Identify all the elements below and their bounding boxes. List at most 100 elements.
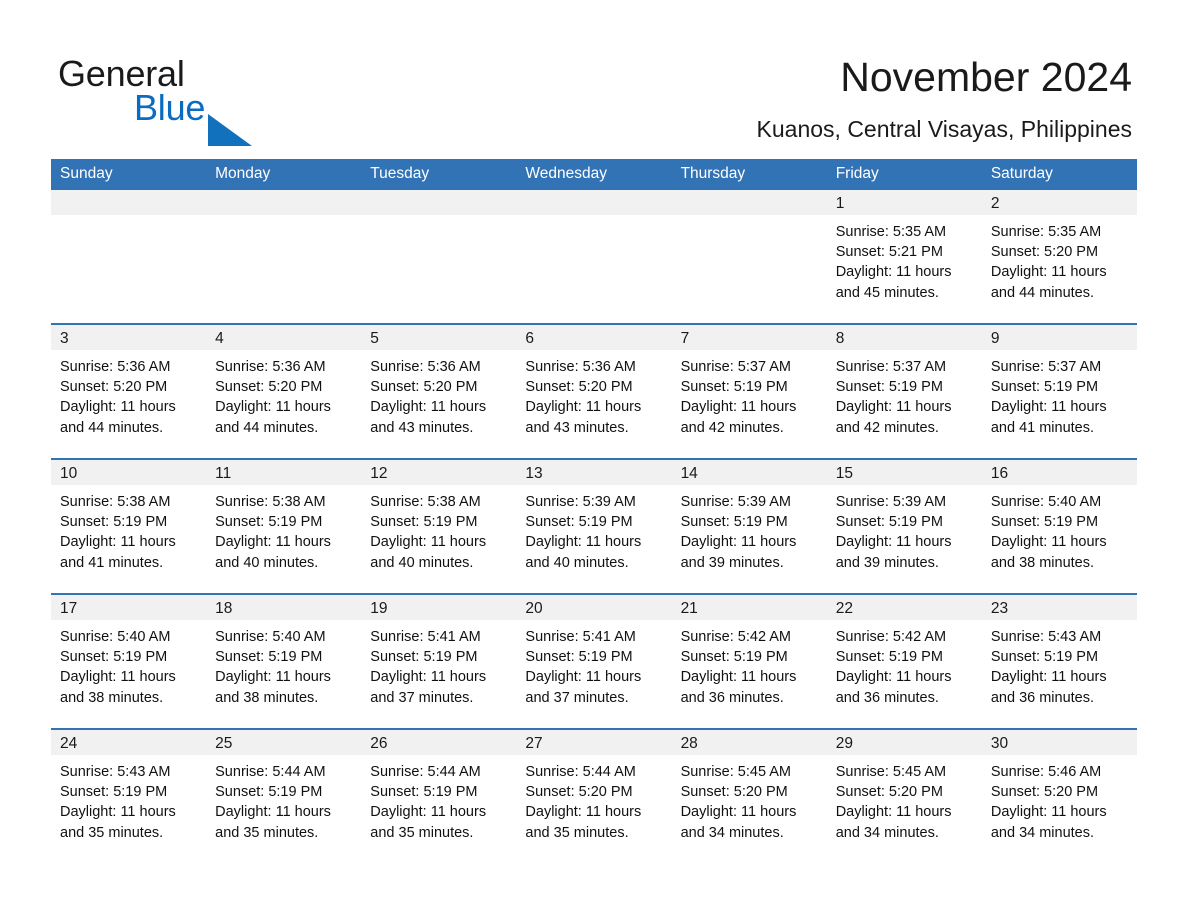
calendar-table: Sunday Monday Tuesday Wednesday Thursday… bbox=[51, 159, 1137, 863]
day-cell-inner[interactable]: 19 Sunrise: 5:41 AM Sunset: 5:19 PM Dayligh… bbox=[361, 595, 517, 728]
day-cell-inner[interactable]: 22 Sunrise: 5:42 AM Sunset: 5:19 PM Dayligh… bbox=[826, 595, 982, 728]
day-cell-inner[interactable]: 7 Sunrise: 5:37 AM Sunset: 5:19 PM Daylight… bbox=[671, 325, 827, 458]
day-number: 9 bbox=[981, 325, 1137, 350]
calendar-day-cell: 2 Sunrise: 5:35 AM Sunset: 5:20 PM Daylight… bbox=[981, 190, 1137, 324]
day-number: 1 bbox=[826, 190, 982, 215]
day-cell-details: Sunrise: 5:42 AM Sunset: 5:19 PM Daylight:… bbox=[672, 620, 827, 708]
calendar-day-cell: 4 Sunrise: 5:36 AM Sunset: 5:20 PM Daylight… bbox=[206, 323, 362, 459]
daylight-text: Daylight: 11 hours and 38 minutes. bbox=[215, 669, 331, 706]
daylight-text: Daylight: 11 hours and 39 minutes. bbox=[835, 534, 952, 571]
day-cell-details: Sunrise: 5:43 AM Sunset: 5:19 PM Daylight:… bbox=[982, 620, 1137, 708]
day-cell-details: Sunrise: 5:43 AM Sunset: 5:19 PM Daylight:… bbox=[51, 755, 206, 843]
sunrise-text: Sunrise: 5:40 AM bbox=[60, 629, 171, 645]
day-cell-inner[interactable]: 20 Sunrise: 5:41 AM Sunset: 5:19 PM Dayligh… bbox=[516, 595, 672, 728]
day-cell-inner[interactable]: 4 Sunrise: 5:36 AM Sunset: 5:20 PM Daylight… bbox=[206, 325, 362, 458]
sunrise-text: Sunrise: 5:39 AM bbox=[525, 494, 636, 510]
sunset-text: Sunset: 5:19 PM bbox=[60, 649, 168, 666]
daylight-text: Daylight: 11 hours and 43 minutes. bbox=[525, 399, 642, 436]
calendar-cell-empty bbox=[671, 190, 827, 324]
day-number bbox=[671, 190, 827, 215]
day-cell-inner[interactable]: 21 Sunrise: 5:42 AM Sunset: 5:19 PM Dayligh… bbox=[671, 595, 827, 728]
day-cell-inner[interactable]: 11 Sunrise: 5:38 AM Sunset: 5:19 PM Dayligh… bbox=[206, 460, 362, 593]
day-number: 14 bbox=[671, 460, 827, 485]
daylight-text: Daylight: 11 hours and 44 minutes. bbox=[60, 399, 176, 436]
day-number: 13 bbox=[516, 460, 672, 485]
calendar-day-cell: 18 Sunrise: 5:40 AM Sunset: 5:19 PM Dayligh… bbox=[206, 593, 362, 729]
sunset-text: Sunset: 5:21 PM bbox=[835, 244, 943, 261]
day-number: 12 bbox=[361, 460, 517, 485]
day-cell-inner[interactable]: 23 Sunrise: 5:43 AM Sunset: 5:19 PM Dayligh… bbox=[981, 595, 1137, 728]
day-number: 22 bbox=[826, 595, 982, 620]
day-cell-details: Sunrise: 5:38 AM Sunset: 5:19 PM Daylight:… bbox=[361, 485, 516, 573]
day-number bbox=[206, 190, 362, 215]
day-cell-details: Sunrise: 5:39 AM Sunset: 5:19 PM Daylight:… bbox=[516, 485, 671, 573]
day-cell-details: Sunrise: 5:37 AM Sunset: 5:19 PM Daylight:… bbox=[672, 350, 827, 438]
daylight-text: Daylight: 11 hours and 41 minutes. bbox=[990, 399, 1107, 436]
sunrise-text: Sunrise: 5:44 AM bbox=[525, 764, 636, 780]
sunrise-text: Sunrise: 5:43 AM bbox=[990, 629, 1102, 645]
daylight-text: Daylight: 11 hours and 35 minutes. bbox=[370, 804, 487, 841]
day-cell-details: Sunrise: 5:38 AM Sunset: 5:19 PM Daylight:… bbox=[206, 485, 361, 573]
sunset-text: Sunset: 5:19 PM bbox=[215, 649, 323, 666]
day-number: 11 bbox=[206, 460, 362, 485]
sunset-text: Sunset: 5:19 PM bbox=[60, 784, 168, 801]
day-cell-inner[interactable]: 5 Sunrise: 5:36 AM Sunset: 5:20 PM Daylight… bbox=[361, 325, 517, 458]
sunset-text: Sunset: 5:19 PM bbox=[680, 649, 788, 666]
day-cell-details: Sunrise: 5:36 AM Sunset: 5:20 PM Daylight:… bbox=[206, 350, 361, 438]
calendar-day-cell: 11 Sunrise: 5:38 AM Sunset: 5:19 PM Dayligh… bbox=[206, 458, 362, 594]
day-cell-inner[interactable]: 3 Sunrise: 5:36 AM Sunset: 5:20 PM Daylight… bbox=[51, 325, 207, 458]
sunrise-text: Sunrise: 5:43 AM bbox=[60, 764, 171, 780]
sunset-text: Sunset: 5:19 PM bbox=[990, 649, 1099, 666]
calendar-day-cell: 8 Sunrise: 5:37 AM Sunset: 5:19 PM Daylight… bbox=[826, 323, 982, 459]
day-cell-details: Sunrise: 5:45 AM Sunset: 5:20 PM Daylight:… bbox=[827, 755, 982, 843]
day-cell-inner[interactable]: 8 Sunrise: 5:37 AM Sunset: 5:19 PM Daylight… bbox=[826, 325, 982, 458]
sunset-text: Sunset: 5:20 PM bbox=[835, 784, 943, 801]
day-cell-details: Sunrise: 5:39 AM Sunset: 5:19 PM Daylight:… bbox=[672, 485, 827, 573]
calendar-day-cell: 20 Sunrise: 5:41 AM Sunset: 5:19 PM Dayligh… bbox=[516, 593, 672, 729]
day-number: 8 bbox=[826, 325, 982, 350]
generalblue-logo[interactable]: General Blue bbox=[58, 52, 398, 146]
day-cell-inner[interactable]: 27 Sunrise: 5:44 AM Sunset: 5:20 PM Dayligh… bbox=[516, 730, 672, 863]
day-cell-inner[interactable]: 12 Sunrise: 5:38 AM Sunset: 5:19 PM Dayligh… bbox=[361, 460, 517, 593]
day-cell-inner[interactable]: 24 Sunrise: 5:43 AM Sunset: 5:19 PM Dayligh… bbox=[51, 730, 207, 863]
day-cell-inner[interactable]: 18 Sunrise: 5:40 AM Sunset: 5:19 PM Dayligh… bbox=[206, 595, 362, 728]
sunrise-text: Sunrise: 5:45 AM bbox=[680, 764, 791, 780]
day-cell-inner[interactable]: 6 Sunrise: 5:36 AM Sunset: 5:20 PM Daylight… bbox=[516, 325, 672, 458]
sunrise-text: Sunrise: 5:37 AM bbox=[680, 359, 791, 375]
sunset-text: Sunset: 5:19 PM bbox=[680, 379, 788, 396]
day-cell-inner[interactable]: 29 Sunrise: 5:45 AM Sunset: 5:20 PM Dayligh… bbox=[826, 730, 982, 863]
day-cell-inner[interactable]: 1 Sunrise: 5:35 AM Sunset: 5:21 PM Daylight… bbox=[826, 190, 982, 323]
calendar-day-cell: 9 Sunrise: 5:37 AM Sunset: 5:19 PM Daylight… bbox=[981, 323, 1137, 459]
calendar-day-cell: 14 Sunrise: 5:39 AM Sunset: 5:19 PM Dayligh… bbox=[671, 458, 827, 594]
day-cell-details: Sunrise: 5:40 AM Sunset: 5:19 PM Daylight:… bbox=[982, 485, 1137, 573]
daylight-text: Daylight: 11 hours and 43 minutes. bbox=[370, 399, 487, 436]
sunrise-text: Sunrise: 5:41 AM bbox=[370, 629, 481, 645]
day-cell-inner[interactable]: 10 Sunrise: 5:38 AM Sunset: 5:19 PM Dayligh… bbox=[51, 460, 207, 593]
day-cell-inner[interactable]: 17 Sunrise: 5:40 AM Sunset: 5:19 PM Dayligh… bbox=[51, 595, 207, 728]
day-cell-inner[interactable]: 13 Sunrise: 5:39 AM Sunset: 5:19 PM Dayligh… bbox=[516, 460, 672, 593]
day-cell-inner[interactable]: 14 Sunrise: 5:39 AM Sunset: 5:19 PM Dayligh… bbox=[671, 460, 827, 593]
calendar-day-cell: 23 Sunrise: 5:43 AM Sunset: 5:19 PM Dayligh… bbox=[981, 593, 1137, 729]
daylight-text: Daylight: 11 hours and 45 minutes. bbox=[835, 264, 952, 301]
day-cell-inner[interactable]: 2 Sunrise: 5:35 AM Sunset: 5:20 PM Daylight… bbox=[981, 190, 1137, 323]
page-subtitle-location: Kuanos, Central Visayas, Philippines bbox=[756, 116, 1132, 142]
weekday-header-sunday: Sunday bbox=[51, 159, 207, 190]
day-cell-inner[interactable]: 16 Sunrise: 5:40 AM Sunset: 5:19 PM Dayligh… bbox=[981, 460, 1137, 593]
sunset-text: Sunset: 5:20 PM bbox=[215, 379, 323, 396]
day-cell-details: Sunrise: 5:41 AM Sunset: 5:19 PM Daylight:… bbox=[516, 620, 671, 708]
calendar-day-cell: 17 Sunrise: 5:40 AM Sunset: 5:19 PM Dayligh… bbox=[51, 593, 207, 729]
day-number: 28 bbox=[671, 730, 827, 755]
day-cell-inner[interactable]: 9 Sunrise: 5:37 AM Sunset: 5:19 PM Daylight… bbox=[981, 325, 1137, 458]
day-cell-inner[interactable]: 15 Sunrise: 5:39 AM Sunset: 5:19 PM Dayligh… bbox=[826, 460, 982, 593]
day-cell-details: Sunrise: 5:39 AM Sunset: 5:19 PM Daylight:… bbox=[827, 485, 982, 573]
sunrise-text: Sunrise: 5:38 AM bbox=[370, 494, 481, 510]
calendar-week-row: 17 Sunrise: 5:40 AM Sunset: 5:19 PM Dayligh… bbox=[51, 593, 1137, 729]
day-cell-inner[interactable]: 26 Sunrise: 5:44 AM Sunset: 5:19 PM Dayligh… bbox=[361, 730, 517, 863]
day-cell-inner[interactable]: 28 Sunrise: 5:45 AM Sunset: 5:20 PM Dayligh… bbox=[671, 730, 827, 863]
sunset-text: Sunset: 5:19 PM bbox=[215, 784, 323, 801]
calendar-cell-empty bbox=[206, 190, 362, 324]
day-cell-details: Sunrise: 5:40 AM Sunset: 5:19 PM Daylight:… bbox=[206, 620, 361, 708]
day-cell-inner[interactable]: 25 Sunrise: 5:44 AM Sunset: 5:19 PM Dayligh… bbox=[206, 730, 362, 863]
sunset-text: Sunset: 5:20 PM bbox=[990, 784, 1099, 801]
day-cell-inner[interactable]: 30 Sunrise: 5:46 AM Sunset: 5:20 PM Dayligh… bbox=[981, 730, 1137, 863]
